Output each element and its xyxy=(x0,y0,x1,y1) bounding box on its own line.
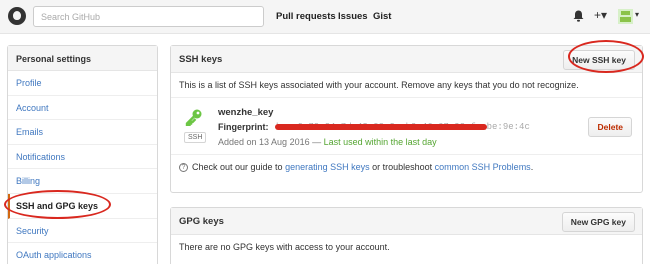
key-last-used: Last used within the last day xyxy=(323,137,437,147)
sidebar-item-account[interactable]: Account xyxy=(8,96,157,121)
top-header: Pull requests Issues Gist +▾ ▾ xyxy=(0,0,650,34)
ssh-panel-title: SSH keys xyxy=(179,54,223,65)
new-gpg-key-button[interactable]: New GPG key xyxy=(561,212,635,232)
redaction-scribble xyxy=(275,124,487,130)
ssh-key-row: SSH wenzhe_key Fingerprint: be:e0:79:24:… xyxy=(171,98,642,155)
ssh-key-name: wenzhe_key xyxy=(218,107,274,118)
gpg-empty-message: There are no GPG keys with access to you… xyxy=(179,242,390,252)
settings-sidebar: Personal settings Profile Account Emails… xyxy=(7,45,158,264)
plus-dropdown-icon[interactable]: +▾ xyxy=(594,8,607,22)
ssh-guide: ? Check out our guide to generating SSH k… xyxy=(171,155,642,179)
question-icon: ? xyxy=(179,163,188,173)
sidebar-title: Personal settings xyxy=(8,46,157,71)
sidebar-item-ssh-gpg-keys[interactable]: SSH and GPG keys xyxy=(8,193,157,219)
nav-issues[interactable]: Issues xyxy=(338,11,368,22)
sidebar-item-oauth-applications[interactable]: OAuth applications xyxy=(8,243,157,264)
new-ssh-key-button[interactable]: New SSH key xyxy=(563,50,635,70)
sidebar-item-emails[interactable]: Emails xyxy=(8,120,157,145)
nav-gist[interactable]: Gist xyxy=(373,11,391,22)
generating-ssh-keys-link[interactable]: generating SSH keys xyxy=(285,162,370,172)
nav-pull-requests[interactable]: Pull requests xyxy=(276,11,336,22)
github-logo-icon[interactable] xyxy=(8,7,26,25)
gpg-panel-header: GPG keys New GPG key xyxy=(171,208,642,235)
key-added-info: Added on 13 Aug 2016 — Last used within … xyxy=(218,137,437,147)
gpg-keys-panel: GPG keys New GPG key There are no GPG ke… xyxy=(170,207,643,264)
ssh-description: This is a list of SSH keys associated wi… xyxy=(171,73,642,98)
gpg-panel-title: GPG keys xyxy=(179,216,224,227)
key-icon xyxy=(185,109,202,126)
guide-prefix: Check out our guide to xyxy=(192,162,286,172)
sidebar-item-profile[interactable]: Profile xyxy=(8,71,157,96)
ssh-tag-badge: SSH xyxy=(184,132,207,143)
delete-key-button[interactable]: Delete xyxy=(588,117,632,137)
sidebar-item-billing[interactable]: Billing xyxy=(8,169,157,194)
avatar[interactable] xyxy=(618,9,633,24)
common-ssh-problems-link[interactable]: common SSH Problems xyxy=(435,162,531,172)
sidebar-item-notifications[interactable]: Notifications xyxy=(8,145,157,170)
bell-icon[interactable] xyxy=(573,10,584,22)
ssh-panel-header: SSH keys New SSH key xyxy=(171,46,642,73)
ssh-keys-panel: SSH keys New SSH key This is a list of S… xyxy=(170,45,643,193)
guide-middle: or troubleshoot xyxy=(369,162,435,172)
chevron-down-icon[interactable]: ▾ xyxy=(635,10,639,19)
fingerprint-label: Fingerprint: xyxy=(218,122,269,132)
search-input[interactable] xyxy=(33,6,264,27)
sidebar-item-security[interactable]: Security xyxy=(8,219,157,244)
key-added-date: Added on 13 Aug 2016 — xyxy=(218,137,324,147)
guide-suffix: . xyxy=(530,162,534,172)
